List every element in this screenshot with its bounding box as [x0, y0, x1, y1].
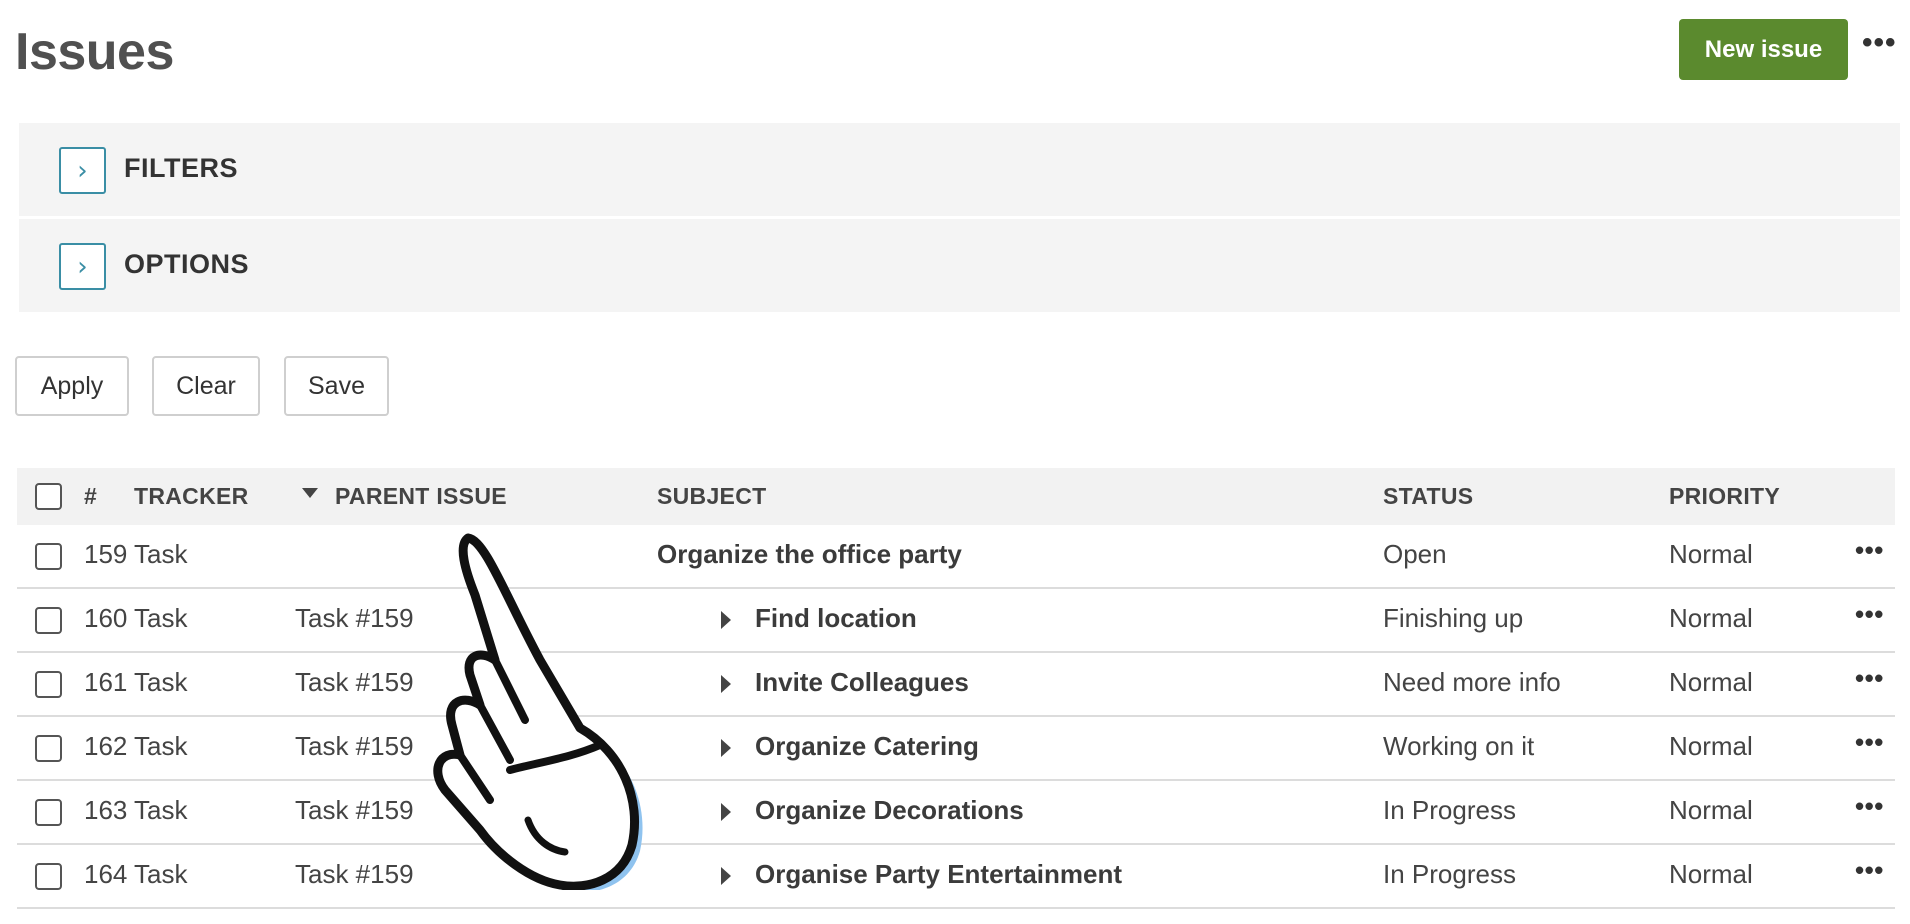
issues-table: # TRACKER PARENT ISSUE SUBJECT STATUS PR…	[17, 468, 1895, 909]
chevron-right-icon[interactable]: ›	[59, 147, 106, 194]
issue-priority: Normal	[1669, 731, 1753, 761]
table-row[interactable]: 160 Task Task #159 Find location Finishi…	[17, 589, 1895, 653]
issue-status: Finishing up	[1383, 603, 1524, 633]
issue-tracker: Task	[134, 667, 188, 697]
row-more-icon[interactable]: •••	[1855, 535, 1884, 566]
issue-parent[interactable]: Task #159	[295, 731, 414, 762]
issue-tracker: Task	[134, 603, 188, 633]
save-button[interactable]: Save	[284, 356, 389, 416]
expand-triangle-icon[interactable]	[721, 675, 731, 693]
issue-id[interactable]: 160	[84, 603, 127, 634]
issue-status: Open	[1383, 539, 1447, 569]
issue-subject[interactable]: Organize Decorations	[755, 795, 1024, 826]
issue-status: Need more info	[1383, 667, 1561, 697]
table-header: # TRACKER PARENT ISSUE SUBJECT STATUS PR…	[17, 468, 1895, 525]
table-row[interactable]: 163 Task Task #159 Organize Decorations …	[17, 781, 1895, 845]
filters-label: FILTERS	[124, 153, 238, 183]
expand-triangle-icon[interactable]	[721, 739, 731, 757]
issue-id[interactable]: 164	[84, 859, 127, 890]
issue-id[interactable]: 161	[84, 667, 127, 698]
row-checkbox[interactable]	[35, 863, 62, 890]
row-checkbox[interactable]	[35, 543, 62, 570]
column-tracker[interactable]: TRACKER	[134, 483, 249, 510]
issue-subject[interactable]: Invite Colleagues	[755, 667, 969, 698]
issue-parent[interactable]: Task #159	[295, 603, 414, 634]
column-id[interactable]: #	[84, 483, 97, 510]
issue-priority: Normal	[1669, 667, 1753, 697]
options-label: OPTIONS	[124, 249, 250, 279]
row-checkbox[interactable]	[35, 735, 62, 762]
issue-subject[interactable]: Organize Catering	[755, 731, 979, 762]
table-row[interactable]: 161 Task Task #159 Invite Colleagues Nee…	[17, 653, 1895, 717]
expand-triangle-icon[interactable]	[721, 611, 731, 629]
expand-triangle-icon[interactable]	[721, 803, 731, 821]
issue-priority: Normal	[1669, 795, 1753, 825]
issues-page: Issues New issue ••• › FILTERS › OPTIONS…	[0, 0, 1910, 924]
issue-status: Working on it	[1383, 731, 1535, 761]
issue-tracker: Task	[134, 539, 188, 569]
row-more-icon[interactable]: •••	[1855, 599, 1884, 630]
row-more-icon[interactable]: •••	[1855, 791, 1884, 822]
select-all-checkbox[interactable]	[35, 483, 62, 510]
apply-button[interactable]: Apply	[15, 356, 129, 416]
column-subject[interactable]: SUBJECT	[657, 483, 766, 510]
row-checkbox[interactable]	[35, 799, 62, 826]
issue-parent[interactable]: Task #159	[295, 795, 414, 826]
issue-parent[interactable]: Task #159	[295, 667, 414, 698]
expand-triangle-icon[interactable]	[721, 867, 731, 885]
caret-down-icon	[302, 488, 318, 498]
new-issue-button[interactable]: New issue	[1679, 19, 1848, 80]
issue-id[interactable]: 159	[84, 539, 127, 570]
issue-priority: Normal	[1669, 603, 1753, 633]
issue-tracker: Task	[134, 731, 188, 761]
more-actions-icon[interactable]: •••	[1862, 26, 1897, 60]
column-status[interactable]: STATUS	[1383, 483, 1473, 510]
table-row[interactable]: 162 Task Task #159 Organize Catering Wor…	[17, 717, 1895, 781]
chevron-right-icon[interactable]: ›	[59, 243, 106, 290]
row-checkbox[interactable]	[35, 607, 62, 634]
issue-id[interactable]: 162	[84, 731, 127, 762]
clear-button[interactable]: Clear	[152, 356, 260, 416]
row-checkbox[interactable]	[35, 671, 62, 698]
issue-tracker: Task	[134, 795, 188, 825]
issue-tracker: Task	[134, 859, 188, 889]
column-priority[interactable]: PRIORITY	[1669, 483, 1780, 510]
row-more-icon[interactable]: •••	[1855, 727, 1884, 758]
issue-priority: Normal	[1669, 859, 1753, 889]
table-row[interactable]: 159 Task Organize the office party Open …	[17, 525, 1895, 589]
issue-subject[interactable]: Find location	[755, 603, 917, 634]
issue-priority: Normal	[1669, 539, 1753, 569]
issue-status: In Progress	[1383, 859, 1516, 889]
issue-parent[interactable]: Task #159	[295, 859, 414, 890]
table-row[interactable]: 164 Task Task #159 Organise Party Entert…	[17, 845, 1895, 909]
row-more-icon[interactable]: •••	[1855, 663, 1884, 694]
issue-subject[interactable]: Organise Party Entertainment	[755, 859, 1122, 890]
options-panel[interactable]: › OPTIONS	[19, 219, 1900, 312]
row-more-icon[interactable]: •••	[1855, 855, 1884, 886]
issue-status: In Progress	[1383, 795, 1516, 825]
page-title: Issues	[15, 23, 174, 81]
column-parent-issue[interactable]: PARENT ISSUE	[335, 483, 507, 510]
filters-panel[interactable]: › FILTERS	[19, 123, 1900, 216]
issue-subject[interactable]: Organize the office party	[657, 539, 962, 570]
issue-id[interactable]: 163	[84, 795, 127, 826]
